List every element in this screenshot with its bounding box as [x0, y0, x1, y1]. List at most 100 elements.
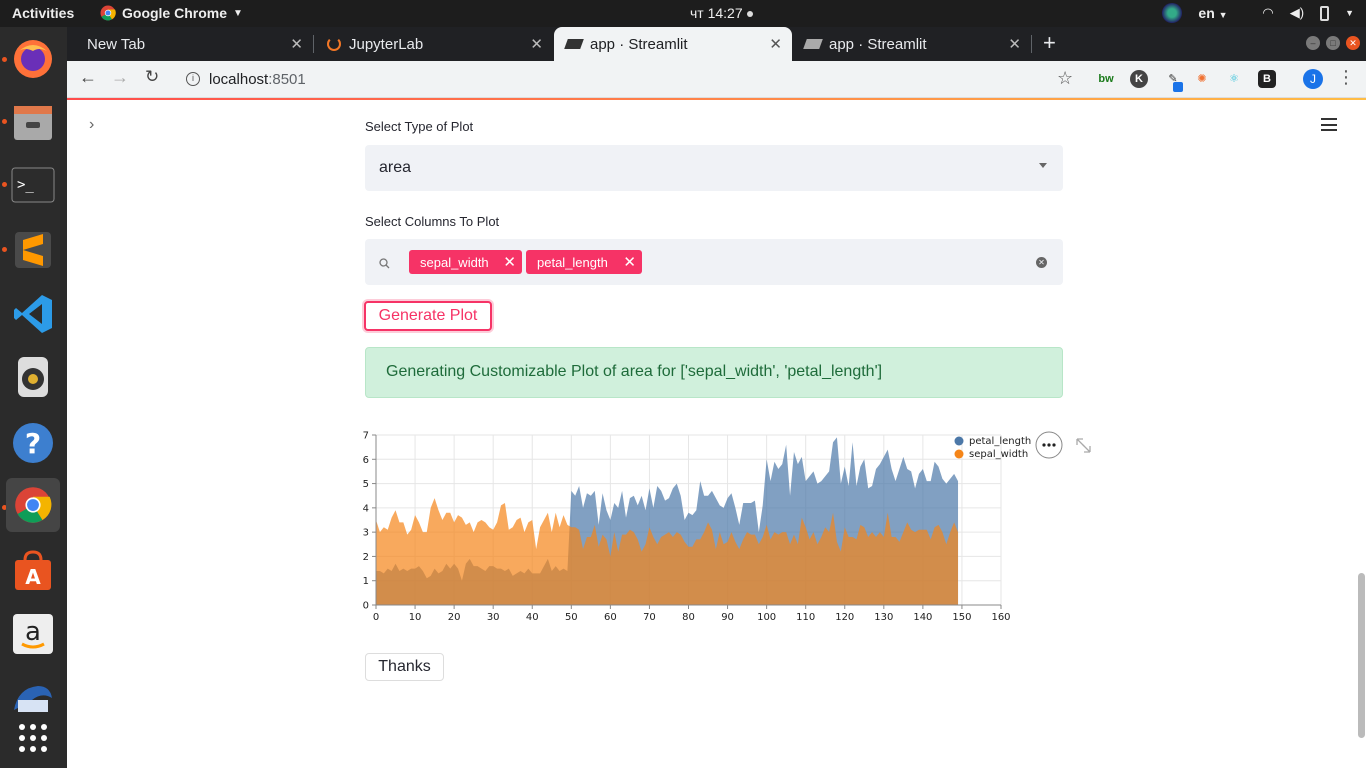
maximize-icon[interactable]: □ [1326, 36, 1340, 50]
clock[interactable]: чт 14:27 [690, 5, 753, 21]
chip-label: sepal_width [420, 254, 489, 270]
x-tick-label: 20 [448, 612, 461, 623]
tab-title: JupyterLab [349, 35, 424, 53]
close-window-icon[interactable]: ✕ [1346, 36, 1360, 50]
dock: >_ ? A a [0, 27, 67, 768]
address-bar[interactable]: localhost:8501 [209, 71, 306, 88]
tab-streamlit[interactable]: app · Streamlit ✕ [793, 27, 1032, 61]
profile-avatar[interactable]: J [1303, 69, 1323, 89]
plot-type-select[interactable]: area [365, 145, 1063, 191]
tab-streamlit-active[interactable]: app · Streamlit ✕ [554, 27, 792, 61]
x-tick-label: 140 [913, 612, 932, 623]
url-port: :8501 [268, 71, 306, 88]
extension-k-icon[interactable]: K [1130, 70, 1148, 88]
column-chip-petal-length[interactable]: petal_length ✕ [526, 250, 642, 274]
new-tab-plus-icon[interactable]: + [1043, 30, 1056, 56]
chart-actions-menu[interactable] [1035, 431, 1063, 459]
success-alert: Generating Customizable Plot of area for… [365, 347, 1063, 398]
tab-title: New Tab [87, 35, 146, 53]
page-scrollbar[interactable] [1357, 100, 1366, 768]
system-tray[interactable]: en ▼ ◠ ◀) ▼ [1162, 3, 1354, 23]
bookmark-star-icon[interactable]: ☆ [1057, 68, 1073, 89]
language-indicator[interactable]: en ▼ [1198, 5, 1246, 21]
success-message: Generating Customizable Plot of area for… [386, 363, 883, 380]
close-icon[interactable]: ✕ [290, 35, 303, 53]
y-tick-label: 6 [363, 455, 369, 466]
plot-type-value: area [379, 159, 412, 176]
chrome-icon [100, 5, 116, 21]
x-tick-label: 130 [874, 612, 893, 623]
x-tick-label: 0 [373, 612, 379, 623]
app-menu-label: Google Chrome [122, 5, 228, 21]
close-icon[interactable]: ✕ [530, 35, 543, 53]
wifi-icon[interactable]: ◠ [1262, 5, 1273, 21]
reload-icon[interactable]: ↻ [145, 67, 159, 87]
tab-jupyterlab[interactable]: JupyterLab ✕ [315, 27, 553, 61]
columns-multiselect[interactable]: sepal_width ✕ petal_length ✕ ✕ [365, 239, 1063, 285]
fullscreen-expand-icon[interactable] [1076, 438, 1091, 453]
more-vert-icon[interactable]: ⋮ [1337, 67, 1355, 88]
vscode-icon[interactable] [6, 287, 60, 341]
thanks-button[interactable]: Thanks [365, 653, 444, 681]
extension-react-icon[interactable]: ⚛ [1225, 70, 1243, 88]
svg-text:?: ? [25, 427, 41, 460]
chip-remove-icon[interactable]: ✕ [623, 253, 636, 271]
files-icon[interactable] [6, 95, 60, 149]
x-tick-label: 50 [565, 612, 578, 623]
software-center-icon[interactable]: A [6, 544, 60, 598]
close-icon[interactable]: ✕ [769, 35, 782, 53]
firefox-icon[interactable] [6, 32, 60, 86]
show-apps-icon[interactable] [6, 711, 60, 765]
x-tick-label: 150 [952, 612, 971, 623]
activities-button[interactable]: Activities [12, 5, 74, 21]
chrome-icon[interactable] [6, 478, 60, 532]
extension-fox-icon[interactable]: ✺ [1193, 70, 1211, 88]
volume-icon[interactable]: ◀) [1290, 5, 1304, 21]
x-tick-label: 70 [643, 612, 656, 623]
chevron-down-icon[interactable]: ▼ [1345, 8, 1354, 18]
rhythmbox-icon[interactable] [6, 350, 60, 404]
svg-text:a: a [25, 617, 41, 647]
minimize-icon[interactable]: – [1306, 36, 1320, 50]
chevron-down-icon: ▼ [1218, 10, 1228, 20]
more-horiz-icon [1042, 443, 1046, 447]
extension-bw-icon[interactable]: bw [1097, 70, 1115, 88]
x-tick-label: 80 [682, 612, 695, 623]
back-arrow-icon[interactable]: ← [79, 67, 97, 88]
chart-legend: petal_length sepal_width [954, 436, 1031, 460]
window-controls: – □ ✕ [1306, 36, 1360, 50]
hamburger-menu-icon[interactable] [1321, 118, 1337, 131]
chip-remove-icon[interactable]: ✕ [503, 253, 516, 271]
tab-separator [1031, 35, 1032, 53]
clear-all-icon[interactable]: ✕ [1036, 257, 1047, 268]
site-info-icon[interactable]: i [186, 72, 200, 86]
streamlit-favicon-icon [803, 39, 823, 49]
x-tick-label: 160 [991, 612, 1010, 623]
extension-b-icon[interactable]: B [1258, 70, 1276, 88]
area-chart[interactable]: 0 10 20 30 40 50 60 70 80 90 100 110 120 130 140 150 160… [339, 422, 1099, 632]
tab-strip: New Tab ✕ JupyterLab ✕ app · Streamlit ✕… [67, 27, 1366, 61]
amazon-icon[interactable]: a [6, 607, 60, 661]
help-icon[interactable]: ? [6, 416, 60, 470]
column-chip-sepal-width[interactable]: sepal_width ✕ [409, 250, 522, 274]
update-icon[interactable] [1162, 3, 1183, 23]
close-icon[interactable]: ✕ [1008, 35, 1021, 53]
battery-icon[interactable] [1320, 5, 1330, 21]
notification-dot-icon [746, 11, 753, 18]
generate-plot-button[interactable]: Generate Plot [364, 301, 492, 331]
tab-title: app · Streamlit [590, 35, 688, 53]
tab-new-tab[interactable]: New Tab ✕ [75, 27, 314, 61]
app-menu[interactable]: Google Chrome ▼ [100, 5, 243, 21]
legend-label-petal-length: petal_length [969, 436, 1031, 447]
x-tick-label: 100 [757, 612, 776, 623]
columns-label: Select Columns To Plot [365, 214, 500, 229]
sidebar-expand-chevron-icon[interactable]: › [89, 116, 94, 134]
y-tick-label: 7 [363, 431, 369, 442]
forward-arrow-icon[interactable]: → [111, 67, 129, 88]
language-label: en [1198, 5, 1215, 21]
scrollbar-thumb[interactable] [1358, 573, 1365, 738]
sublime-text-icon[interactable] [6, 223, 60, 277]
tab-separator [313, 35, 314, 53]
terminal-icon[interactable]: >_ [6, 158, 60, 212]
extension-badge-icon [1173, 82, 1183, 92]
